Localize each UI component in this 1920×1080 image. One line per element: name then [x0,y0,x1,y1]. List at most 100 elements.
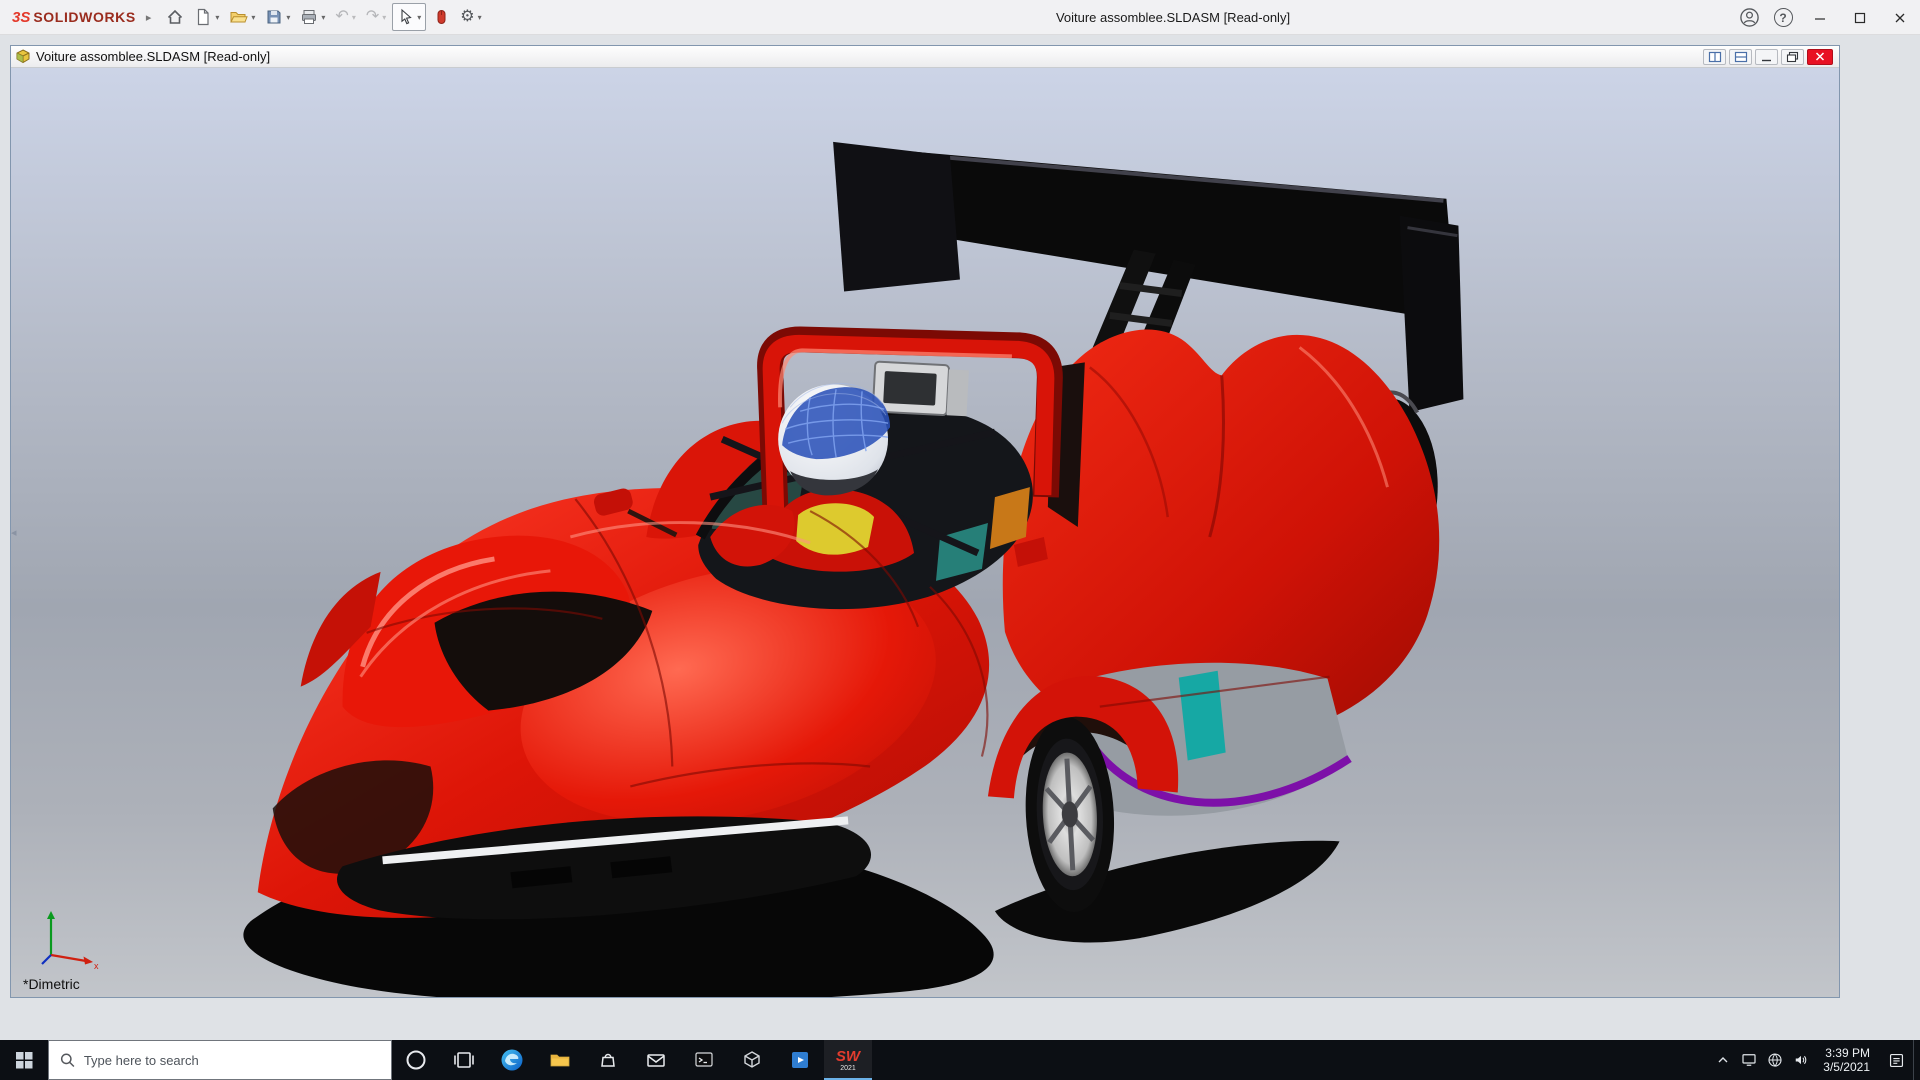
solidworks-app-icon: SW 2021 [836,1049,860,1072]
search-icon [60,1052,75,1068]
start-button[interactable] [0,1040,48,1080]
app-window-title: Voiture assomblee.SLDASM [Read-only] [1056,10,1290,25]
dropdown-caret-icon[interactable]: ▾ [321,13,325,22]
action-center-button[interactable] [1879,1040,1913,1080]
dropdown-caret-icon[interactable]: ▾ [286,13,290,22]
solidworks-wordmark: SOLIDWORKS [33,9,135,25]
desktop: { "app_titlebar": { "brand_mark": "3S", … [0,0,1920,1080]
redo-button[interactable]: ↷ ▾ [362,3,390,31]
dropdown-caret-icon[interactable]: ▾ [417,13,421,22]
action-center-icon [1887,1051,1906,1070]
microsoft-store-button[interactable] [584,1040,632,1080]
search-input[interactable] [84,1053,380,1068]
dropdown-caret-icon[interactable]: ▾ [215,13,219,22]
save-icon [265,8,283,26]
3d-viewer-button[interactable] [728,1040,776,1080]
redo-icon: ↷ [366,9,379,25]
edge-button[interactable] [488,1040,536,1080]
cortana-button[interactable] [392,1040,440,1080]
new-document-button[interactable]: ▾ [190,3,223,31]
titlebar-right-controls: ? [1732,0,1920,35]
dropdown-caret-icon[interactable]: ▾ [382,13,386,22]
tile-horizontal-icon [1734,51,1748,63]
assembly-file-icon [15,49,31,64]
network-button[interactable] [1762,1040,1788,1080]
task-view-button[interactable] [440,1040,488,1080]
help-button[interactable]: ? [1766,0,1800,35]
home-button[interactable] [162,3,188,31]
triad-x-label: x [94,961,99,969]
edge-icon [500,1048,524,1072]
document-window: Voiture assomblee.SLDASM [Read-only] [10,45,1840,998]
mail-button[interactable] [632,1040,680,1080]
show-desktop-button[interactable] [1913,1040,1920,1080]
store-icon [596,1048,620,1072]
file-explorer-button[interactable] [536,1040,584,1080]
terminal-button[interactable] [680,1040,728,1080]
panel-collapse-arrow-icon[interactable]: ◂ [11,528,17,539]
tray-display-button[interactable] [1736,1040,1762,1080]
dropdown-caret-icon[interactable]: ▾ [352,13,356,22]
minimize-icon [1760,51,1773,63]
volume-button[interactable] [1788,1040,1814,1080]
hidden-icons-button[interactable] [1710,1040,1736,1080]
print-button[interactable]: ▾ [296,3,329,31]
dropdown-caret-icon[interactable]: ▾ [478,13,482,22]
close-icon [1893,11,1907,25]
task-view-icon [453,1049,475,1071]
menu-expand-arrow-icon[interactable]: ▸ [146,11,152,24]
solidworks-version-badge: 2021 [840,1065,856,1072]
race-car-model [11,68,1839,997]
select-cursor-icon [397,8,414,26]
tile-vertical-button[interactable] [1703,49,1726,65]
dropdown-caret-icon[interactable]: ▾ [251,13,255,22]
solidworks-logo: 3S SOLIDWORKS [0,9,142,26]
clock-date: 3/5/2021 [1823,1060,1870,1074]
taskbar-clock[interactable]: 3:39 PM 3/5/2021 [1814,1046,1879,1074]
account-icon [1739,7,1760,28]
windows-logo-icon [16,1052,33,1069]
home-icon [166,8,184,26]
movies-tv-button[interactable] [776,1040,824,1080]
restore-icon [1786,51,1799,63]
account-button[interactable] [1732,0,1766,35]
terminal-icon [692,1048,716,1072]
minimize-icon [1813,11,1827,25]
3d-viewport[interactable]: x *Dimetric ◂ [11,68,1839,997]
windows-taskbar: SW 2021 3:39 PM 3/5/2021 [0,1040,1920,1080]
solidworks-taskbar-button[interactable]: SW 2021 [824,1040,872,1080]
mouse-gestures-button[interactable] [428,3,454,31]
orientation-triad: x [37,909,103,969]
tile-horizontal-button[interactable] [1729,49,1752,65]
tile-vertical-icon [1708,51,1722,63]
document-title: Voiture assomblee.SLDASM [Read-only] [36,49,270,64]
app-titlebar: 3S SOLIDWORKS ▸ ▾ ▾ ▾ ▾ ↶ ▾ ↷ ▾ ▾ ⚙ ▾ Vo… [0,0,1920,35]
mouse-icon [432,8,450,26]
save-button[interactable]: ▾ [261,3,294,31]
doc-minimize-button[interactable] [1755,49,1778,65]
mail-icon [644,1048,668,1072]
movies-tv-icon [788,1048,812,1072]
doc-close-button[interactable] [1807,49,1833,65]
new-document-icon [194,8,212,26]
close-icon [1814,51,1826,62]
doc-restore-button[interactable] [1781,49,1804,65]
volume-icon [1792,1051,1810,1069]
app-minimize-button[interactable] [1800,0,1840,35]
ds-logo-mark: 3S [12,9,30,26]
chevron-up-icon [1715,1052,1731,1068]
open-button[interactable]: ▾ [225,3,259,31]
gear-icon: ⚙ [460,9,474,25]
undo-button[interactable]: ↶ ▾ [331,3,359,31]
document-titlebar[interactable]: Voiture assomblee.SLDASM [Read-only] [11,46,1839,68]
app-maximize-button[interactable] [1840,0,1880,35]
options-button[interactable]: ⚙ ▾ [456,3,485,31]
file-explorer-icon [548,1048,572,1072]
app-close-button[interactable] [1880,0,1920,35]
undo-icon: ↶ [335,9,348,25]
system-tray: 3:39 PM 3/5/2021 [1710,1040,1920,1080]
select-tool-button[interactable]: ▾ [392,3,426,31]
open-folder-icon [229,8,248,26]
taskbar-search[interactable] [48,1040,392,1080]
cortana-icon [405,1049,427,1071]
